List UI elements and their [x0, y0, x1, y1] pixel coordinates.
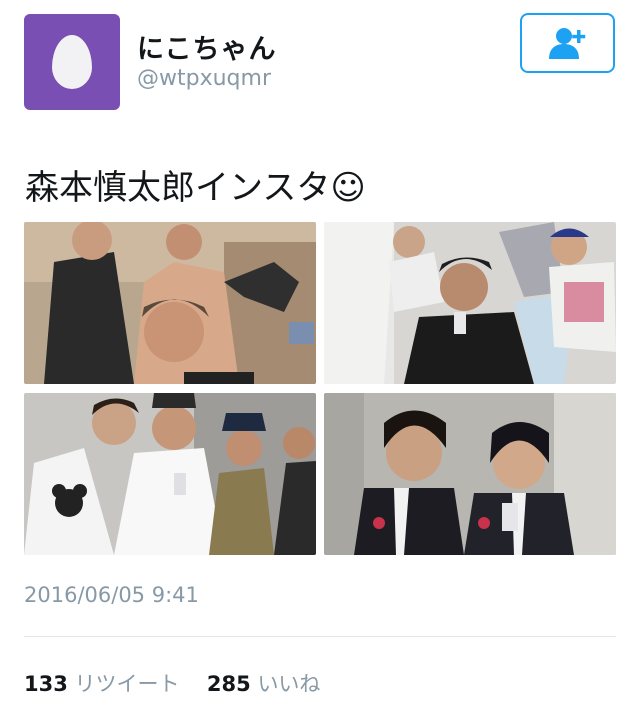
- tweet-photo-1[interactable]: [24, 222, 316, 384]
- tweet-photo-3[interactable]: [24, 393, 316, 555]
- likes-count[interactable]: 285: [207, 672, 251, 696]
- tweet-photo-2[interactable]: [324, 222, 616, 384]
- tweet-photo-4[interactable]: [324, 393, 616, 555]
- tweet-text: 森本慎太郎インスタ☺: [25, 168, 366, 208]
- egg-avatar-icon: [52, 35, 92, 89]
- user-display-name[interactable]: にこちゃん: [137, 27, 276, 66]
- tweet-timestamp: 2016/06/05 9:41: [24, 583, 199, 607]
- follow-person-plus-icon: [548, 28, 585, 59]
- tweet-stats: 133 リツイート 285 いいね: [24, 668, 320, 698]
- user-avatar[interactable]: [24, 14, 120, 110]
- divider: [24, 636, 616, 637]
- user-handle[interactable]: @wtpxuqmr: [137, 66, 271, 91]
- retweets-count[interactable]: 133: [24, 672, 68, 696]
- likes-label[interactable]: いいね: [257, 672, 320, 696]
- retweets-label[interactable]: リツイート: [75, 672, 180, 696]
- follow-button[interactable]: [520, 13, 615, 73]
